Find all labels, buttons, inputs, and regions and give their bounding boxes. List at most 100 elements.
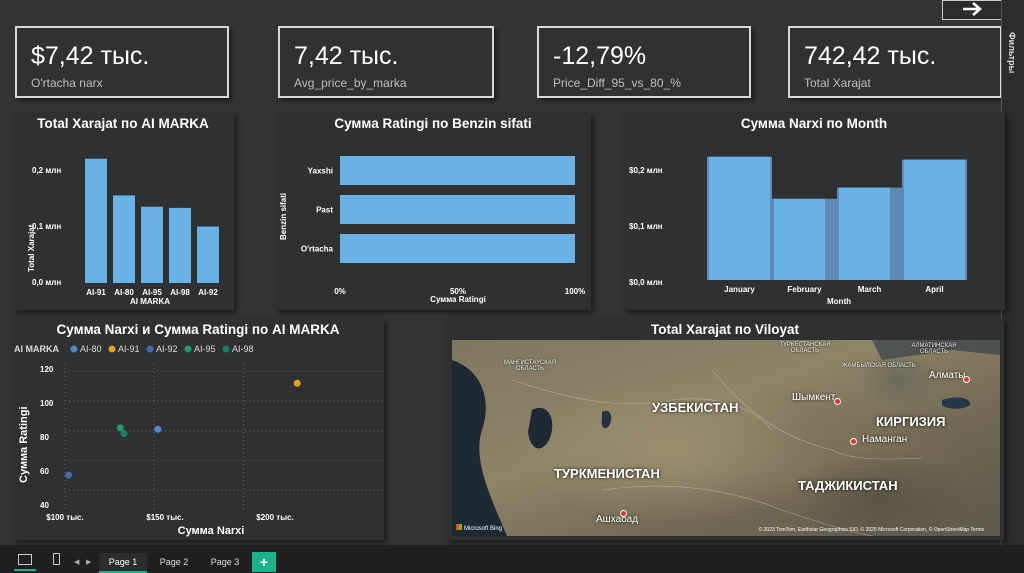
point-AI-92 bbox=[65, 471, 73, 479]
y-tick-label: 60 bbox=[40, 467, 49, 476]
bar-Past bbox=[340, 195, 575, 224]
area-chart-panel[interactable]: Сумма Narxi по Month Month $0,2 млн $0,1… bbox=[623, 112, 1005, 310]
kpi-label: O'rtacha narx bbox=[31, 76, 103, 90]
x-axis-label: Month bbox=[827, 297, 851, 306]
map-label-mangystau-region: МАНГИСТАУСКАЯ ОБЛАСТЬ bbox=[503, 360, 557, 372]
bing-logo-text: Microsoft Bing bbox=[464, 526, 503, 532]
tab-page-2[interactable]: Page 2 bbox=[150, 553, 198, 571]
map-label-tajikistan: ТАДЖИКИСТАН bbox=[798, 478, 898, 493]
mobile-view-icon[interactable] bbox=[53, 553, 60, 565]
map-panel[interactable]: Total Xarajat по Viloyat УЗБЕКИСТАН КИРГ… bbox=[446, 318, 1004, 540]
kpi-value: 7,42 тыс. bbox=[294, 42, 399, 70]
x-tick-label: March bbox=[858, 285, 882, 294]
y-axis-label: Benzin sifati bbox=[279, 193, 288, 240]
hbar-chart-panel[interactable]: Сумма Ratingi по Benzin sifati Benzin si… bbox=[275, 112, 591, 310]
legend-label: AI-98 bbox=[232, 344, 254, 354]
bar-O'rtacha bbox=[340, 234, 575, 263]
tab-page-1[interactable]: Page 1 bbox=[99, 553, 147, 573]
y-tick-label: O'rtacha bbox=[301, 245, 334, 254]
x-axis-label: Сумма Ratingi bbox=[430, 295, 486, 304]
x-tick-label: January bbox=[724, 285, 755, 294]
y-tick-label: Yaxshi bbox=[308, 167, 333, 176]
map-label-shymkent: Шымкент bbox=[792, 392, 836, 403]
chart-title: Total Xarajat по Viloyat bbox=[651, 322, 799, 337]
x-tick-label: $200 тыс. bbox=[256, 513, 293, 522]
y-tick-label: 40 bbox=[40, 501, 49, 510]
x-tick-label: AI-95 bbox=[142, 288, 162, 297]
bar-AI-80 bbox=[113, 195, 135, 283]
kpi-value: -12,79% bbox=[553, 42, 647, 70]
desktop-view-icon[interactable] bbox=[18, 554, 32, 565]
map-label-almaty: Алматы bbox=[929, 370, 966, 381]
area-column-March bbox=[839, 187, 890, 280]
add-page-button[interactable]: + bbox=[252, 552, 276, 572]
legend-label: AI-80 bbox=[80, 344, 102, 354]
x-tick-label: $100 тыс. bbox=[46, 513, 83, 522]
hbar-chart: Benzin sifati Сумма Ratingi 0% 50% 100% … bbox=[279, 156, 585, 304]
kpi-card-price-diff[interactable]: -12,79% Price_Diff_95_vs_80_% bbox=[537, 26, 751, 98]
map-label-zhambyl-region: ЖАМБЫЛСКАЯ ОБЛАСТЬ bbox=[842, 363, 916, 369]
filters-pane-label: Фильтры bbox=[1007, 32, 1017, 74]
kpi-value: 742,42 тыс. bbox=[804, 42, 937, 70]
legend-marker bbox=[70, 345, 78, 353]
y-tick-label: $0,0 млн bbox=[629, 278, 663, 287]
bar-AI-92 bbox=[197, 226, 219, 283]
area-chart: Month $0,2 млн $0,1 млн $0,0 млн January… bbox=[629, 156, 967, 306]
bing-logo: Microsoft Bing bbox=[456, 524, 502, 532]
map-label-kyrgyzstan: КИРГИЗИЯ bbox=[876, 414, 946, 429]
previous-page-icon[interactable]: ◀ bbox=[74, 558, 79, 566]
kpi-card-avg-price-by-marka[interactable]: 7,42 тыс. Avg_price_by_marka bbox=[278, 26, 494, 98]
point-AI-91 bbox=[293, 379, 301, 387]
y-tick-label: Past bbox=[316, 206, 333, 215]
point-AI-80 bbox=[154, 425, 162, 433]
kpi-card-total-xarajat[interactable]: 742,42 тыс. Total Xarajat bbox=[788, 26, 1002, 98]
map-label-turkmenistan: ТУРКМЕНИСТАН bbox=[554, 466, 660, 481]
y-tick-label: $0,2 млн bbox=[629, 166, 663, 175]
x-tick-label: AI-80 bbox=[114, 288, 134, 297]
legend-label: AI-95 bbox=[194, 344, 216, 354]
bar-AI-91 bbox=[85, 158, 107, 283]
windows-logo-icon bbox=[456, 524, 462, 530]
x-tick-label: February bbox=[787, 285, 822, 294]
y-axis-label: Total Xarajat bbox=[27, 224, 36, 272]
city-marker bbox=[963, 376, 970, 383]
y-tick-label: $0,1 млн bbox=[629, 222, 663, 231]
bar-chart: Total Xarajat AI MARKA 0,2 млн 0,1 млн 0… bbox=[27, 158, 219, 306]
scatter-chart-panel[interactable]: Сумма Narxi и Сумма Ratingi по AI MARKA … bbox=[12, 318, 384, 540]
kpi-label: Avg_price_by_marka bbox=[294, 76, 407, 90]
tab-page-3[interactable]: Page 3 bbox=[201, 553, 249, 571]
x-axis-label: Сумма Narxi bbox=[178, 525, 245, 537]
y-tick-label: 0,2 млн bbox=[32, 166, 61, 175]
next-arrow-button[interactable] bbox=[942, 0, 1002, 20]
legend-label: AI-91 bbox=[118, 344, 140, 354]
next-page-icon[interactable]: ▶ bbox=[86, 558, 91, 566]
y-axis-label: Сумма Ratingi bbox=[18, 407, 30, 484]
map-label-ashgabat: Ашхабад bbox=[596, 514, 639, 525]
map-label-namangan: Наманган bbox=[862, 434, 908, 445]
map-canvas[interactable]: УЗБЕКИСТАН КИРГИЗИЯ ТУРКМЕНИСТАН ТАДЖИКИ… bbox=[452, 340, 1000, 536]
area-column-February bbox=[774, 198, 825, 280]
area-column-January bbox=[709, 156, 770, 280]
x-tick-label: AI-98 bbox=[170, 288, 190, 297]
map-label-uzbekistan: УЗБЕКИСТАН bbox=[652, 400, 739, 415]
x-tick-label: 50% bbox=[450, 287, 466, 296]
y-tick-label: 0,0 млн bbox=[32, 278, 61, 287]
y-tick-label: 100 bbox=[40, 399, 54, 408]
x-tick-label: 100% bbox=[565, 287, 585, 296]
y-tick-label: 120 bbox=[40, 365, 54, 374]
map-label-turkestan-region: ТУРКЕСТАНСКАЯ ОБЛАСТЬ bbox=[779, 342, 831, 354]
x-tick-label: April bbox=[925, 285, 943, 294]
map-label-almaty-region: АЛМАТИНСКАЯ ОБЛАСТЬ bbox=[911, 343, 957, 355]
y-tick-label: 80 bbox=[40, 433, 49, 442]
kpi-card-avg-price[interactable]: $7,42 тыс. O'rtacha narx bbox=[15, 26, 229, 98]
legend-title: AI MARKA bbox=[14, 344, 59, 354]
legend-marker bbox=[146, 345, 154, 353]
city-marker bbox=[620, 510, 627, 517]
bar-AI-98 bbox=[169, 207, 191, 283]
x-axis-label: AI MARKA bbox=[130, 297, 170, 306]
x-tick-label: 0% bbox=[334, 287, 346, 296]
city-marker bbox=[834, 398, 841, 405]
bar-chart-panel[interactable]: Total Xarajat по AI MARKA Total Xarajat … bbox=[12, 112, 234, 310]
desktop-view-underline bbox=[14, 569, 36, 571]
point-AI-98 bbox=[120, 430, 128, 438]
